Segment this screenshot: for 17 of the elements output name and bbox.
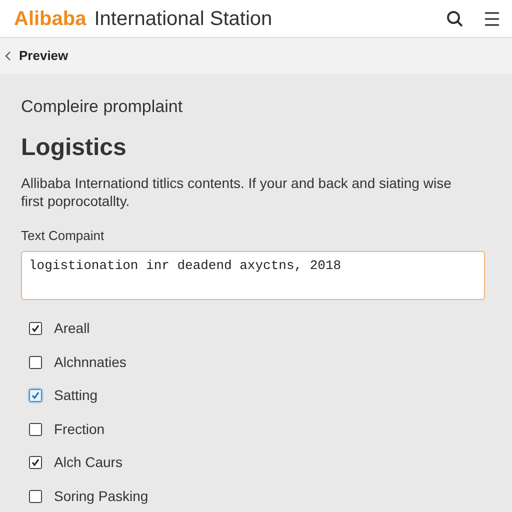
- site-title: International Station: [94, 6, 272, 32]
- option-label: Satting: [54, 386, 98, 406]
- option-label: Alchnnaties: [54, 352, 126, 372]
- complaint-field[interactable]: logistionation inr deadend axyctns, 2018: [21, 251, 485, 300]
- brand-logo: Alibaba: [14, 6, 86, 32]
- description-text: Allibaba Internationd titlics contents. If your and back and siating wise first poprocotallty.: [21, 174, 452, 210]
- field-label: Text Compaint: [21, 226, 106, 245]
- menu-icon[interactable]: [484, 10, 500, 26]
- back-icon[interactable]: [5, 51, 11, 61]
- back-link[interactable]: Preview: [19, 46, 68, 66]
- page-subtitle: Compleire promplaint: [21, 96, 184, 118]
- option-label: Areall: [54, 319, 90, 338]
- option-label: Soring Pasking: [54, 486, 148, 506]
- option-label: Frection: [54, 420, 105, 439]
- search-icon[interactable]: [446, 10, 464, 28]
- page-heading: Logistics: [21, 132, 128, 162]
- option-label: Alch Caurs: [54, 453, 122, 472]
